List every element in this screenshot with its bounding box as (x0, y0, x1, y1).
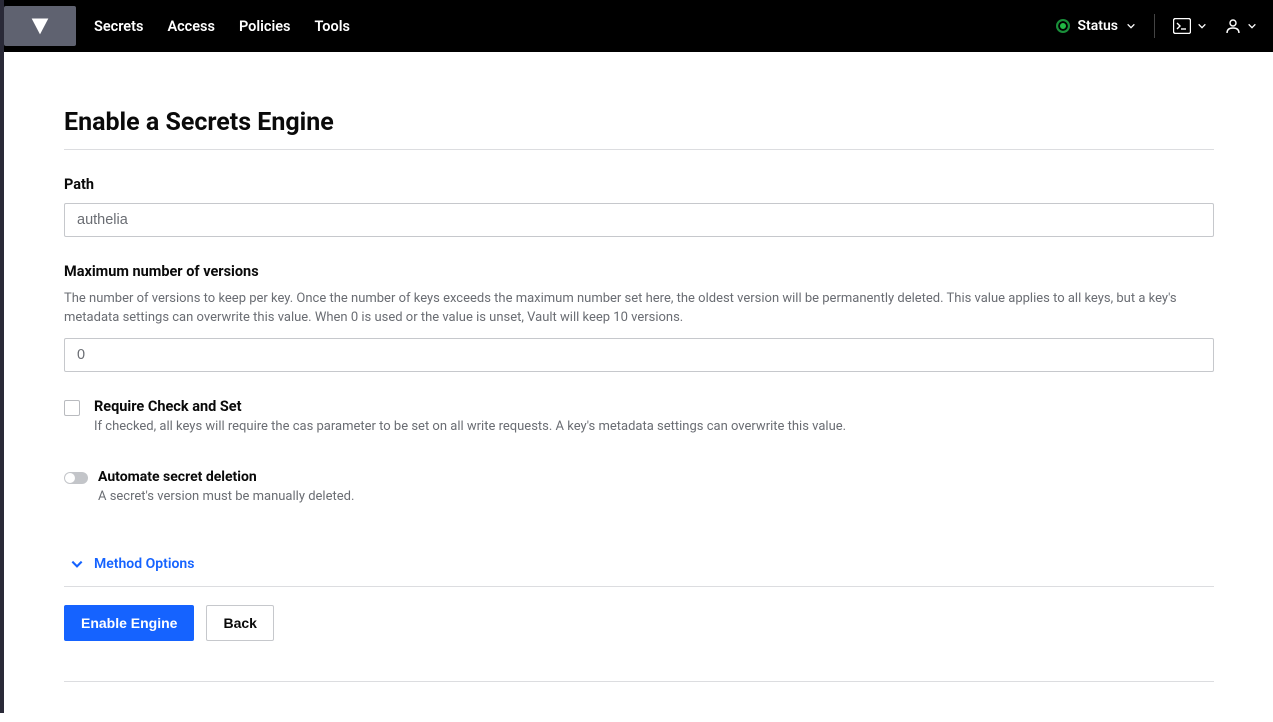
max-versions-help: The number of versions to keep per key. … (64, 290, 1214, 328)
top-nav: Secrets Access Policies Tools Status (4, 0, 1273, 52)
chevron-down-icon (1126, 21, 1136, 31)
method-options-expander[interactable]: Method Options (64, 546, 1214, 587)
window-left-strip (0, 0, 4, 713)
page-title: Enable a Secrets Engine (64, 108, 1214, 150)
vault-logo[interactable] (4, 6, 76, 46)
terminal-icon (1173, 18, 1191, 34)
main-content: Enable a Secrets Engine Path Maximum num… (64, 52, 1214, 722)
nav-tools[interactable]: Tools (315, 18, 350, 35)
method-options-label: Method Options (94, 556, 194, 572)
auto-delete-toggle[interactable] (64, 472, 88, 484)
auto-delete-field: Automate secret deletion A secret's vers… (64, 469, 1214, 517)
require-cas-checkbox[interactable] (64, 400, 80, 416)
nav-links: Secrets Access Policies Tools (94, 18, 350, 35)
console-dropdown[interactable] (1173, 18, 1207, 34)
path-input[interactable] (64, 203, 1214, 237)
auto-delete-help: A secret's version must be manually dele… (98, 488, 354, 507)
chevron-down-icon (70, 557, 84, 571)
status-dropdown[interactable]: Status (1056, 18, 1136, 34)
max-versions-input[interactable] (64, 338, 1214, 372)
enable-engine-button[interactable]: Enable Engine (64, 605, 194, 641)
require-cas-label: Require Check and Set (94, 398, 846, 415)
user-dropdown[interactable] (1225, 18, 1257, 34)
back-button[interactable]: Back (206, 605, 273, 641)
status-label: Status (1078, 18, 1118, 34)
max-versions-label: Maximum number of versions (64, 263, 1214, 280)
require-cas-field: Require Check and Set If checked, all ke… (64, 398, 1214, 447)
action-buttons: Enable Engine Back (64, 605, 1214, 682)
path-label: Path (64, 176, 1214, 193)
chevron-down-icon (1197, 21, 1207, 31)
require-cas-help: If checked, all keys will require the ca… (94, 418, 846, 437)
path-field: Path (64, 176, 1214, 237)
user-icon (1225, 18, 1241, 34)
nav-right: Status (1056, 14, 1257, 38)
nav-policies[interactable]: Policies (239, 18, 291, 35)
status-indicator-icon (1056, 19, 1070, 33)
chevron-down-icon (1247, 21, 1257, 31)
vault-logo-icon (30, 16, 50, 36)
nav-secrets[interactable]: Secrets (94, 18, 143, 35)
auto-delete-label: Automate secret deletion (98, 469, 354, 485)
nav-access[interactable]: Access (167, 18, 215, 35)
nav-divider (1154, 14, 1155, 38)
max-versions-field: Maximum number of versions The number of… (64, 263, 1214, 372)
